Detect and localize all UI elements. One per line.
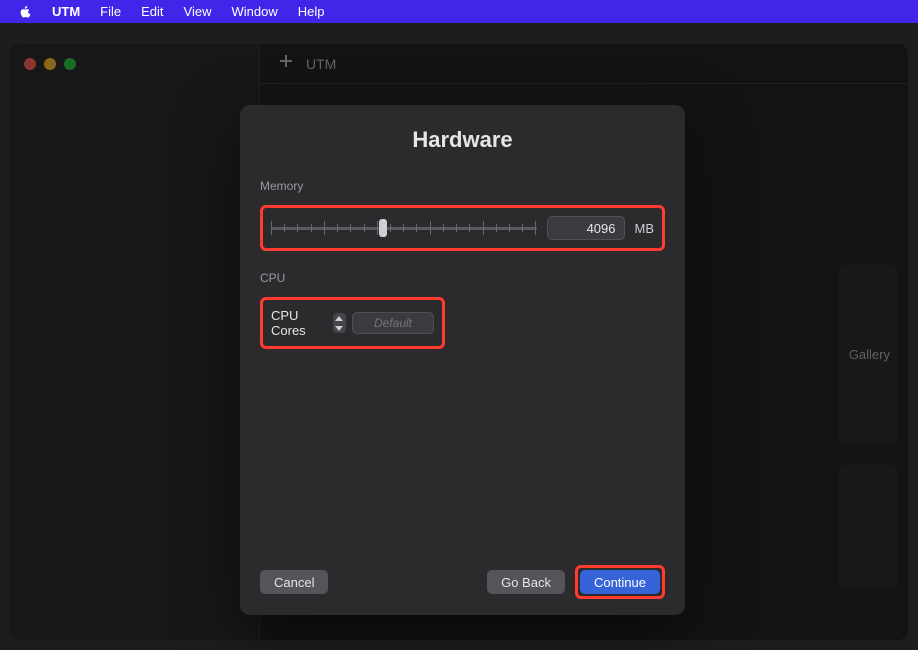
memory-row: MB [271, 216, 654, 240]
go-back-button[interactable]: Go Back [487, 570, 565, 594]
sheet-title: Hardware [260, 127, 665, 153]
chevron-down-icon[interactable] [333, 323, 347, 333]
memory-section-label: Memory [260, 179, 665, 193]
cpu-cores-stepper[interactable] [333, 313, 347, 333]
chevron-up-icon[interactable] [333, 313, 347, 323]
gallery-card-label: Gallery [849, 347, 890, 362]
zoom-window-button[interactable] [64, 58, 76, 70]
menubar-item-window[interactable]: Window [231, 4, 277, 19]
memory-slider[interactable] [271, 216, 537, 240]
secondary-card[interactable] [838, 464, 898, 589]
cpu-highlight: CPU Cores [260, 297, 445, 349]
new-vm-button[interactable] [278, 53, 294, 74]
traffic-lights [24, 58, 245, 70]
sheet-button-row: Cancel Go Back Continue [260, 565, 665, 599]
memory-highlight: MB [260, 205, 665, 251]
macos-menubar: UTM File Edit View Window Help [0, 0, 918, 23]
cpu-row: CPU Cores [271, 308, 434, 338]
cpu-cores-label: CPU Cores [271, 308, 327, 338]
cancel-button[interactable]: Cancel [260, 570, 328, 594]
sidebar [10, 44, 260, 640]
toolbar-title: UTM [306, 56, 336, 72]
cpu-cores-input[interactable] [352, 312, 434, 334]
menubar-item-edit[interactable]: Edit [141, 4, 163, 19]
continue-highlight: Continue [575, 565, 665, 599]
menubar-app-name[interactable]: UTM [52, 4, 80, 19]
memory-unit: MB [635, 221, 655, 236]
menubar-item-help[interactable]: Help [298, 4, 325, 19]
gallery-card[interactable]: Gallery [838, 264, 898, 444]
minimize-window-button[interactable] [44, 58, 56, 70]
hardware-sheet: Hardware Memory MB CPU CPU Cores [240, 105, 685, 615]
apple-logo-icon[interactable] [18, 5, 32, 19]
menubar-item-view[interactable]: View [184, 4, 212, 19]
toolbar: UTM [260, 44, 908, 84]
menubar-item-file[interactable]: File [100, 4, 121, 19]
memory-slider-thumb[interactable] [379, 219, 387, 237]
continue-button[interactable]: Continue [580, 570, 660, 594]
close-window-button[interactable] [24, 58, 36, 70]
cpu-section-label: CPU [260, 271, 665, 285]
memory-input[interactable] [547, 216, 625, 240]
